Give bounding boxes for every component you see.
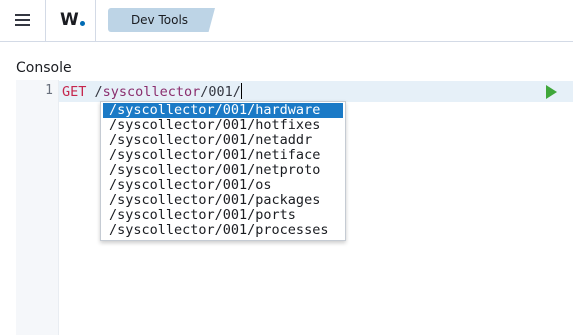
logo-dot-icon: [79, 21, 85, 26]
autocomplete-item[interactable]: /syscollector/001/netiface: [103, 148, 343, 163]
breadcrumb-dev-tools[interactable]: Dev Tools: [108, 8, 215, 32]
autocomplete-item[interactable]: /syscollector/001/ports: [103, 208, 343, 223]
divider: [45, 0, 46, 41]
hamburger-menu-icon[interactable]: [13, 12, 33, 28]
top-nav-bar: W Dev Tools: [0, 0, 573, 42]
divider: [95, 0, 96, 41]
logo-text: W: [60, 10, 79, 30]
http-method: GET: [62, 84, 87, 100]
autocomplete-item[interactable]: /syscollector/001/processes: [103, 223, 343, 238]
path-prefix: /: [94, 84, 103, 100]
autocomplete-dropdown: /syscollector/001/hardware/syscollector/…: [100, 101, 346, 241]
autocomplete-item[interactable]: /syscollector/001/os: [103, 178, 343, 193]
autocomplete-item[interactable]: /syscollector/001/netaddr: [103, 133, 343, 148]
console-title: Console: [16, 60, 72, 76]
path-word: syscollector: [102, 84, 201, 100]
run-request-icon[interactable]: [546, 85, 557, 99]
autocomplete-item[interactable]: /syscollector/001/netproto: [103, 163, 343, 178]
autocomplete-item[interactable]: /syscollector/001/packages: [103, 193, 343, 208]
line-number: 1: [45, 83, 53, 98]
request-line[interactable]: GET /syscollector/001/: [62, 83, 242, 101]
autocomplete-item[interactable]: /syscollector/001/hardware: [103, 103, 343, 118]
path-suffix: /001/: [200, 84, 241, 100]
app-logo[interactable]: W: [60, 9, 85, 31]
autocomplete-item[interactable]: /syscollector/001/hotfixes: [103, 118, 343, 133]
editor-gutter: 1: [16, 80, 59, 335]
text-cursor: [240, 83, 242, 99]
